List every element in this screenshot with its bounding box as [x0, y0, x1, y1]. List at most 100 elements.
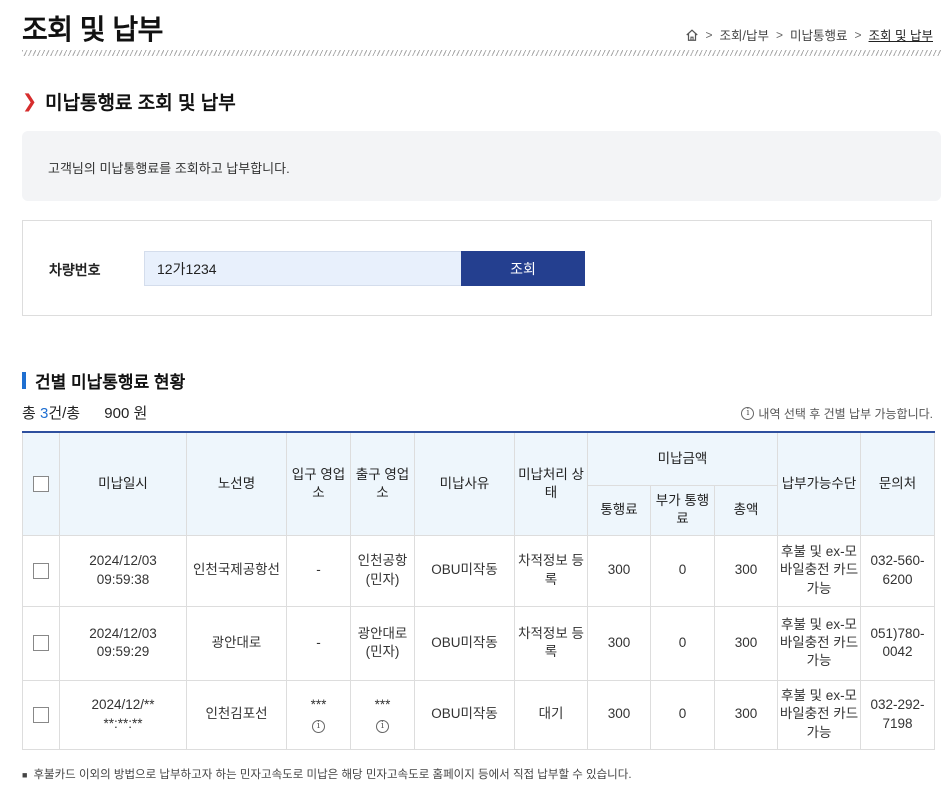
breadcrumb: > 조회/납부 > 미납통행료 > 조회 및 납부	[685, 25, 933, 44]
header-entry: 입구 영업소	[286, 431, 351, 536]
cell-route: 광안대로	[186, 605, 287, 681]
cell-date-time: **:**:**	[103, 715, 143, 731]
summary-amount-unit: 원	[133, 405, 148, 422]
select-all-checkbox[interactable]	[33, 476, 49, 493]
selection-hint: i 내역 선택 후 건별 납부 가능합니다.	[741, 405, 933, 422]
info-text: 고객님의 미납통행료를 조회하고 납부합니다.	[48, 161, 290, 176]
info-icon[interactable]: i	[376, 719, 389, 733]
cell-toll: 300	[587, 534, 651, 607]
chevron-right-icon: >	[776, 27, 784, 42]
cell-date-time: 09:59:29	[96, 644, 150, 659]
cell-status: 차적정보 등록	[514, 605, 588, 681]
cell-payment: 후불 및 ex-모바일충전 카드 가능	[777, 605, 862, 681]
select-all-cell	[22, 431, 60, 536]
header-amount-group: 미납금액	[586, 431, 779, 486]
info-icon[interactable]: i	[312, 719, 325, 733]
list-title: 건별 미납통행료 현황	[22, 368, 185, 393]
hint-text: 내역 선택 후 건별 납부 가능합니다.	[758, 407, 933, 421]
footnote-text: 후불카드 이외의 방법으로 납부하고자 하는 민자고속도로 미납은 해당 민자고…	[33, 769, 632, 781]
cell-exit: 광안대로 (민자)	[350, 605, 415, 681]
table-row[interactable]: 2024/12/03 09:59:29 광안대로 - 광안대로 (민자) OBU미…	[22, 605, 936, 681]
header-surcharge: 부가 통행료	[650, 484, 715, 536]
breadcrumb-item-unpaid[interactable]: 미납통행료	[790, 25, 848, 44]
cell-contact: 032-292-7198	[860, 679, 936, 750]
cell-surcharge: 0	[650, 534, 715, 607]
cell-total: 300	[713, 679, 779, 750]
cell-route: 인천김포선	[186, 679, 287, 750]
cell-payment: 후불 및 ex-모바일충전 카드 가능	[777, 679, 862, 750]
breadcrumb-item-current[interactable]: 조회 및 납부	[869, 25, 933, 44]
table-row[interactable]: 2024/12/03 09:59:38 인천국제공항선 - 인천공항 (민자) O…	[22, 534, 936, 607]
cell-reason: OBU미작동	[414, 679, 515, 750]
bullet-icon: ■	[22, 770, 28, 780]
table-row[interactable]: 2024/12/** **:**:** 인천김포선 *** i *** i OBU미작…	[22, 679, 936, 750]
row-select-cell	[22, 679, 60, 750]
section-title: ❯ 미납통행료 조회 및 납부	[22, 88, 236, 115]
row-checkbox[interactable]	[33, 635, 49, 652]
cell-entry: -	[286, 534, 351, 607]
header-date: 미납일시	[59, 431, 187, 536]
cell-exit: 인천공항 (민자)	[350, 534, 415, 607]
cell-date-day: 2024/12/**	[91, 697, 155, 713]
cell-toll: 300	[587, 679, 651, 750]
summary-prefix: 총	[22, 405, 36, 422]
header-status: 미납처리 상태	[514, 431, 588, 536]
cell-contact: 051)780-0042	[860, 605, 936, 681]
chevron-right-icon: ❯	[22, 91, 38, 111]
page-title: 조회 및 납부	[22, 14, 163, 45]
cell-exit-masked: ***	[374, 697, 391, 713]
cell-date: 2024/12/03 09:59:29	[59, 605, 187, 681]
header-total: 총액	[713, 484, 779, 536]
header-reason: 미납사유	[414, 431, 515, 536]
cell-date: 2024/12/** **:**:**	[59, 679, 187, 750]
cell-date-time: 09:59:38	[96, 571, 150, 587]
cell-entry: *** i	[286, 679, 351, 750]
footnote: ■ 후불카드 이외의 방법으로 납부하고자 하는 민자고속도로 미납은 해당 민자…	[22, 766, 632, 782]
header-divider	[22, 50, 941, 56]
cell-date-day: 2024/12/03	[89, 553, 157, 569]
chevron-right-icon: >	[705, 27, 713, 42]
cell-surcharge: 0	[650, 605, 715, 681]
cell-reason: OBU미작동	[414, 605, 515, 681]
cell-total: 300	[713, 605, 779, 681]
row-select-cell	[22, 534, 60, 607]
cell-date: 2024/12/03 09:59:38	[59, 534, 187, 607]
cell-date-day: 2024/12/03	[89, 625, 157, 641]
vehicle-number-input[interactable]	[144, 251, 462, 286]
chevron-right-icon: >	[854, 27, 862, 42]
unpaid-toll-table: 미납일시 노선명 입구 영업소 출구 영업소 미납사유 미납처리 상태 미납금액…	[22, 431, 936, 750]
page-header: 조회 및 납부 > 조회/납부 > 미납통행료 > 조회 및 납부	[22, 0, 941, 58]
cell-exit: *** i	[350, 679, 415, 750]
cell-status: 차적정보 등록	[514, 534, 588, 607]
header-payment: 납부가능수단	[777, 431, 862, 536]
cell-status: 대기	[514, 679, 588, 750]
row-checkbox[interactable]	[33, 562, 49, 579]
cell-entry-masked: ***	[310, 697, 327, 713]
cell-contact: 032-560-6200	[860, 534, 936, 607]
section-title-text: 미납통행료 조회 및 납부	[45, 93, 236, 114]
title-accent-bar	[22, 372, 26, 389]
info-box: 고객님의 미납통행료를 조회하고 납부합니다.	[22, 131, 941, 201]
summary: 총 3건/총 900 원	[22, 402, 147, 423]
cell-total: 300	[713, 534, 779, 607]
summary-amount: 900	[104, 405, 130, 422]
cell-payment: 후불 및 ex-모바일충전 카드 가능	[777, 534, 862, 607]
summary-unit: 건/총	[48, 405, 81, 422]
cell-route: 인천국제공항선	[186, 534, 287, 607]
cell-toll: 300	[587, 605, 651, 681]
cell-surcharge: 0	[650, 679, 715, 750]
cell-reason: OBU미작동	[414, 534, 515, 607]
info-icon: i	[741, 407, 755, 420]
breadcrumb-item-inquiry[interactable]: 조회/납부	[720, 25, 769, 44]
home-icon[interactable]	[685, 28, 699, 42]
vehicle-number-label: 차량번호	[49, 262, 101, 278]
row-checkbox[interactable]	[33, 706, 49, 723]
search-panel: 차량번호 조회	[22, 220, 932, 316]
header-contact: 문의처	[860, 431, 936, 536]
cell-entry: -	[286, 605, 351, 681]
header-route: 노선명	[186, 431, 287, 536]
header-toll: 통행료	[587, 484, 651, 536]
table-header-row: 미납일시 노선명 입구 영업소 출구 영업소 미납사유 미납처리 상태 미납금액…	[22, 431, 936, 536]
search-button[interactable]: 조회	[461, 251, 585, 286]
list-title-text: 건별 미납통행료 현황	[35, 373, 186, 392]
